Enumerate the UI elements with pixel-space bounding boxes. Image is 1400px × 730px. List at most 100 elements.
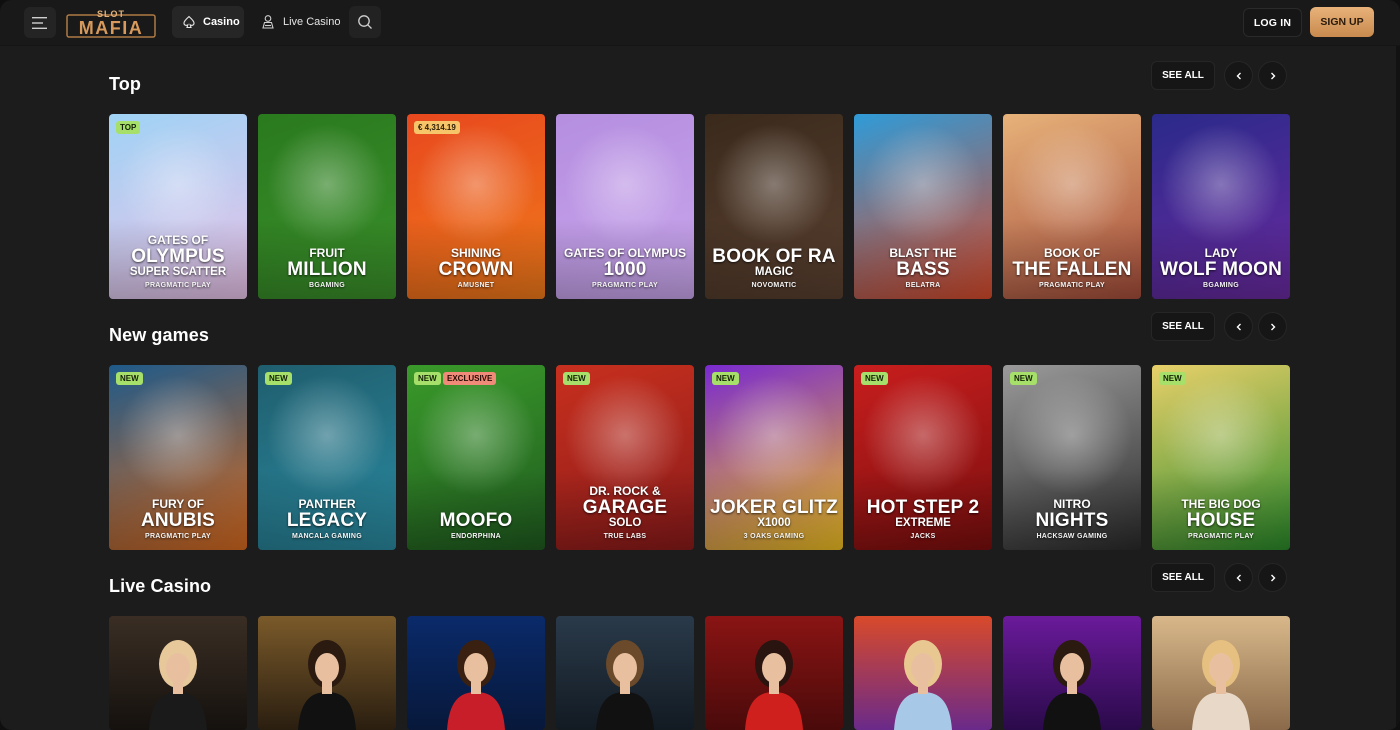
game-row-top: TOP GATES OF OLYMPUS SUPER SCATTER PRAGMATIC… xyxy=(109,114,1290,299)
game-title-line-2: MOOFO xyxy=(439,510,513,531)
live-table-card[interactable] xyxy=(705,616,843,730)
live-table-row xyxy=(109,616,1290,730)
signup-button[interactable]: SIGN UP xyxy=(1310,7,1374,37)
section-title: Live Casino xyxy=(109,576,212,596)
game-card[interactable]: TOP GATES OF OLYMPUS SUPER SCATTER PRAGMATIC… xyxy=(109,114,247,299)
game-card[interactable]: NEW JOKER GLITZ X1000 3 OAKS GAMING xyxy=(705,365,843,550)
game-title-line-2: BASS xyxy=(896,259,950,280)
game-provider: 3 OAKS GAMING xyxy=(743,533,805,540)
game-title-block: BOOK OF THE FALLEN PRAGMATIC PLAY xyxy=(1003,247,1141,290)
chevron-right-icon xyxy=(1270,72,1275,79)
game-title-block: PANTHER LEGACY MANCALA GAMING xyxy=(258,498,396,541)
game-title-line-3: SOLO xyxy=(608,517,642,529)
see-all-button[interactable]: SEE ALL xyxy=(1151,61,1215,90)
hamburger-menu-icon xyxy=(32,16,47,29)
carousel-next-button[interactable] xyxy=(1258,563,1287,592)
svg-text:MAFIA: MAFIA xyxy=(79,18,144,38)
game-title-line-2: THE FALLEN xyxy=(1012,259,1132,280)
game-title-block: SHINING CROWN AMUSNET xyxy=(407,247,545,290)
nav-casino-tab[interactable]: Casino xyxy=(172,6,244,38)
game-card[interactable]: NEW EXCLUSIVE MOOFO ENDORPHINA xyxy=(407,365,545,550)
game-provider: BGAMING xyxy=(309,282,345,289)
game-title-line-2: NIGHTS xyxy=(1035,510,1109,531)
dealer-image xyxy=(109,616,247,730)
section-title: New games xyxy=(109,325,209,345)
game-card[interactable]: FRUIT MILLION BGAMING xyxy=(258,114,396,299)
game-title-line-2: HOT STEP 2 xyxy=(866,497,980,518)
game-badge: NEW xyxy=(265,372,292,385)
game-card[interactable]: € 4,314.19 SHINING CROWN AMUSNET xyxy=(407,114,545,299)
game-provider: HACKSAW GAMING xyxy=(1036,533,1108,540)
game-title-block: JOKER GLITZ X1000 3 OAKS GAMING xyxy=(705,498,843,540)
live-table-card[interactable] xyxy=(407,616,545,730)
game-title-line-2: 1000 xyxy=(603,259,647,280)
see-all-button[interactable]: SEE ALL xyxy=(1151,563,1215,592)
section-title: Top xyxy=(109,74,141,94)
dealer-icon xyxy=(262,15,274,29)
see-all-button[interactable]: SEE ALL xyxy=(1151,312,1215,341)
carousel-next-button[interactable] xyxy=(1258,61,1287,90)
carousel-next-button[interactable] xyxy=(1258,312,1287,341)
top-navigation-bar: SLOT MAFIA Casino Live Casino LOG IN SIG… xyxy=(0,0,1400,46)
live-table-card[interactable] xyxy=(1003,616,1141,730)
chevron-right-icon xyxy=(1270,323,1275,330)
carousel-prev-button[interactable] xyxy=(1224,312,1253,341)
menu-toggle-button[interactable] xyxy=(24,7,56,38)
game-title-block: THE BIG DOG HOUSE PRAGMATIC PLAY xyxy=(1152,498,1290,541)
carousel-prev-button[interactable] xyxy=(1224,61,1253,90)
game-card[interactable]: NEW FURY OF ANUBIS PRAGMATIC PLAY xyxy=(109,365,247,550)
game-card[interactable]: BOOK OF THE FALLEN PRAGMATIC PLAY xyxy=(1003,114,1141,299)
nav-casino-label: Casino xyxy=(203,16,240,28)
game-badge: NEW xyxy=(712,372,739,385)
game-title-line-2: BOOK OF RA xyxy=(712,246,836,267)
game-title-line-3: X1000 xyxy=(757,517,791,529)
game-title-line-2: MILLION xyxy=(287,259,367,280)
game-provider: BELATRA xyxy=(905,282,941,289)
dealer-image xyxy=(705,616,843,730)
live-table-card[interactable] xyxy=(556,616,694,730)
game-title-block: MOOFO ENDORPHINA xyxy=(407,511,545,540)
game-title-block: BLAST THE BASS BELATRA xyxy=(854,247,992,290)
nav-live-casino-tab[interactable]: Live Casino xyxy=(252,6,344,38)
game-badge: NEW xyxy=(1010,372,1037,385)
live-table-card[interactable] xyxy=(109,616,247,730)
game-provider: JACKS xyxy=(910,533,936,540)
game-title-block: DR. ROCK & GARAGE SOLO TRUE LABS xyxy=(556,485,694,541)
game-title-block: FRUIT MILLION BGAMING xyxy=(258,247,396,290)
game-card[interactable]: NEW DR. ROCK & GARAGE SOLO TRUE LABS xyxy=(556,365,694,550)
game-provider: MANCALA GAMING xyxy=(291,533,363,540)
game-card[interactable]: NEW THE BIG DOG HOUSE PRAGMATIC PLAY xyxy=(1152,365,1290,550)
nav-live-casino-label: Live Casino xyxy=(283,16,341,28)
game-title-block: FURY OF ANUBIS PRAGMATIC PLAY xyxy=(109,498,247,541)
game-provider: PRAGMATIC PLAY xyxy=(1038,282,1106,289)
scrollbar-track[interactable] xyxy=(1396,46,1400,730)
game-title-block: GATES OF OLYMPUS SUPER SCATTER PRAGMATIC PL… xyxy=(109,234,247,290)
live-table-card[interactable] xyxy=(854,616,992,730)
slot-mafia-logo[interactable]: SLOT MAFIA xyxy=(66,7,156,39)
dealer-image xyxy=(1003,616,1141,730)
game-card[interactable]: BOOK OF RA MAGIC NOVOMATIC xyxy=(705,114,843,299)
game-card[interactable]: NEW PANTHER LEGACY MANCALA GAMING xyxy=(258,365,396,550)
game-title-line-2: OLYMPUS xyxy=(131,246,225,267)
game-card[interactable]: BLAST THE BASS BELATRA xyxy=(854,114,992,299)
game-title-block: NITRO NIGHTS HACKSAW GAMING xyxy=(1003,498,1141,541)
game-card[interactable]: NEW HOT STEP 2 EXTREME JACKS xyxy=(854,365,992,550)
login-button[interactable]: LOG IN xyxy=(1243,8,1302,37)
game-badge: NEW xyxy=(1159,372,1186,385)
game-title-line-2: WOLF MOON xyxy=(1159,259,1283,280)
game-title-line-3: MAGIC xyxy=(754,266,794,278)
search-button[interactable] xyxy=(349,6,381,38)
game-title-line-2: LEGACY xyxy=(286,510,368,531)
game-card[interactable]: LADY WOLF MOON BGAMING xyxy=(1152,114,1290,299)
live-table-card[interactable] xyxy=(1152,616,1290,730)
game-card[interactable]: NEW NITRO NIGHTS HACKSAW GAMING xyxy=(1003,365,1141,550)
game-title-line-2: CROWN xyxy=(438,259,514,280)
spade-icon xyxy=(183,15,195,29)
game-title-line-2: HOUSE xyxy=(1186,510,1256,531)
game-card[interactable]: GATES OF OLYMPUS 1000 PRAGMATIC PLAY xyxy=(556,114,694,299)
game-title-line-3: EXTREME xyxy=(895,517,951,529)
game-title-line-3: SUPER SCATTER xyxy=(129,266,227,278)
carousel-prev-button[interactable] xyxy=(1224,563,1253,592)
live-table-card[interactable] xyxy=(258,616,396,730)
chevron-left-icon xyxy=(1236,323,1241,330)
